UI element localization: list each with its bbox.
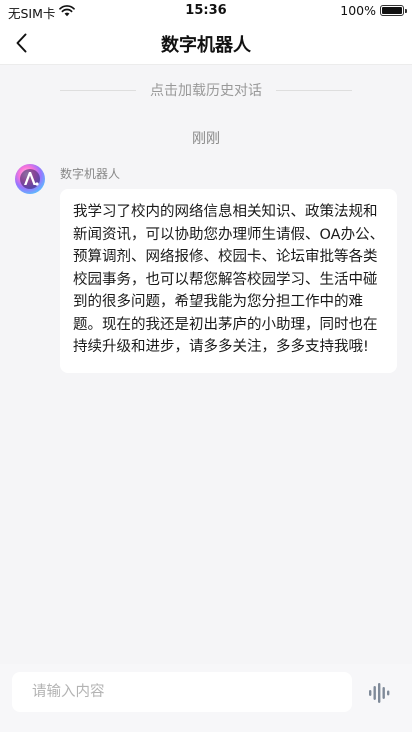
battery-percent: 100% bbox=[340, 3, 376, 18]
load-history-row: 点击加载历史对话 bbox=[60, 80, 352, 100]
message-input[interactable] bbox=[12, 672, 352, 712]
sender-name: 数字机器人 bbox=[60, 167, 121, 181]
status-right: 100% bbox=[340, 3, 407, 18]
battery-tip bbox=[405, 9, 407, 13]
divider-right bbox=[276, 89, 352, 91]
nav-bar: 数字机器人 bbox=[0, 22, 412, 65]
status-bar: 无SIM卡 15:36 100% bbox=[0, 0, 412, 22]
load-history-button[interactable]: 点击加载历史对话 bbox=[136, 80, 276, 100]
battery-icon bbox=[380, 5, 407, 16]
voice-wave-icon bbox=[369, 683, 390, 703]
battery-fill bbox=[382, 7, 402, 14]
page-title: 数字机器人 bbox=[161, 35, 251, 56]
message-bubble: 我学习了校内的网络信息相关知识、政策法规和新闻资讯，可以协助您办理师生请假、OA… bbox=[60, 189, 397, 373]
message-timestamp: 刚刚 bbox=[192, 131, 220, 147]
voice-button[interactable] bbox=[364, 680, 394, 706]
robot-logo-icon bbox=[15, 164, 45, 194]
divider-left bbox=[60, 89, 136, 91]
avatar bbox=[14, 163, 46, 195]
input-bar bbox=[0, 664, 412, 732]
